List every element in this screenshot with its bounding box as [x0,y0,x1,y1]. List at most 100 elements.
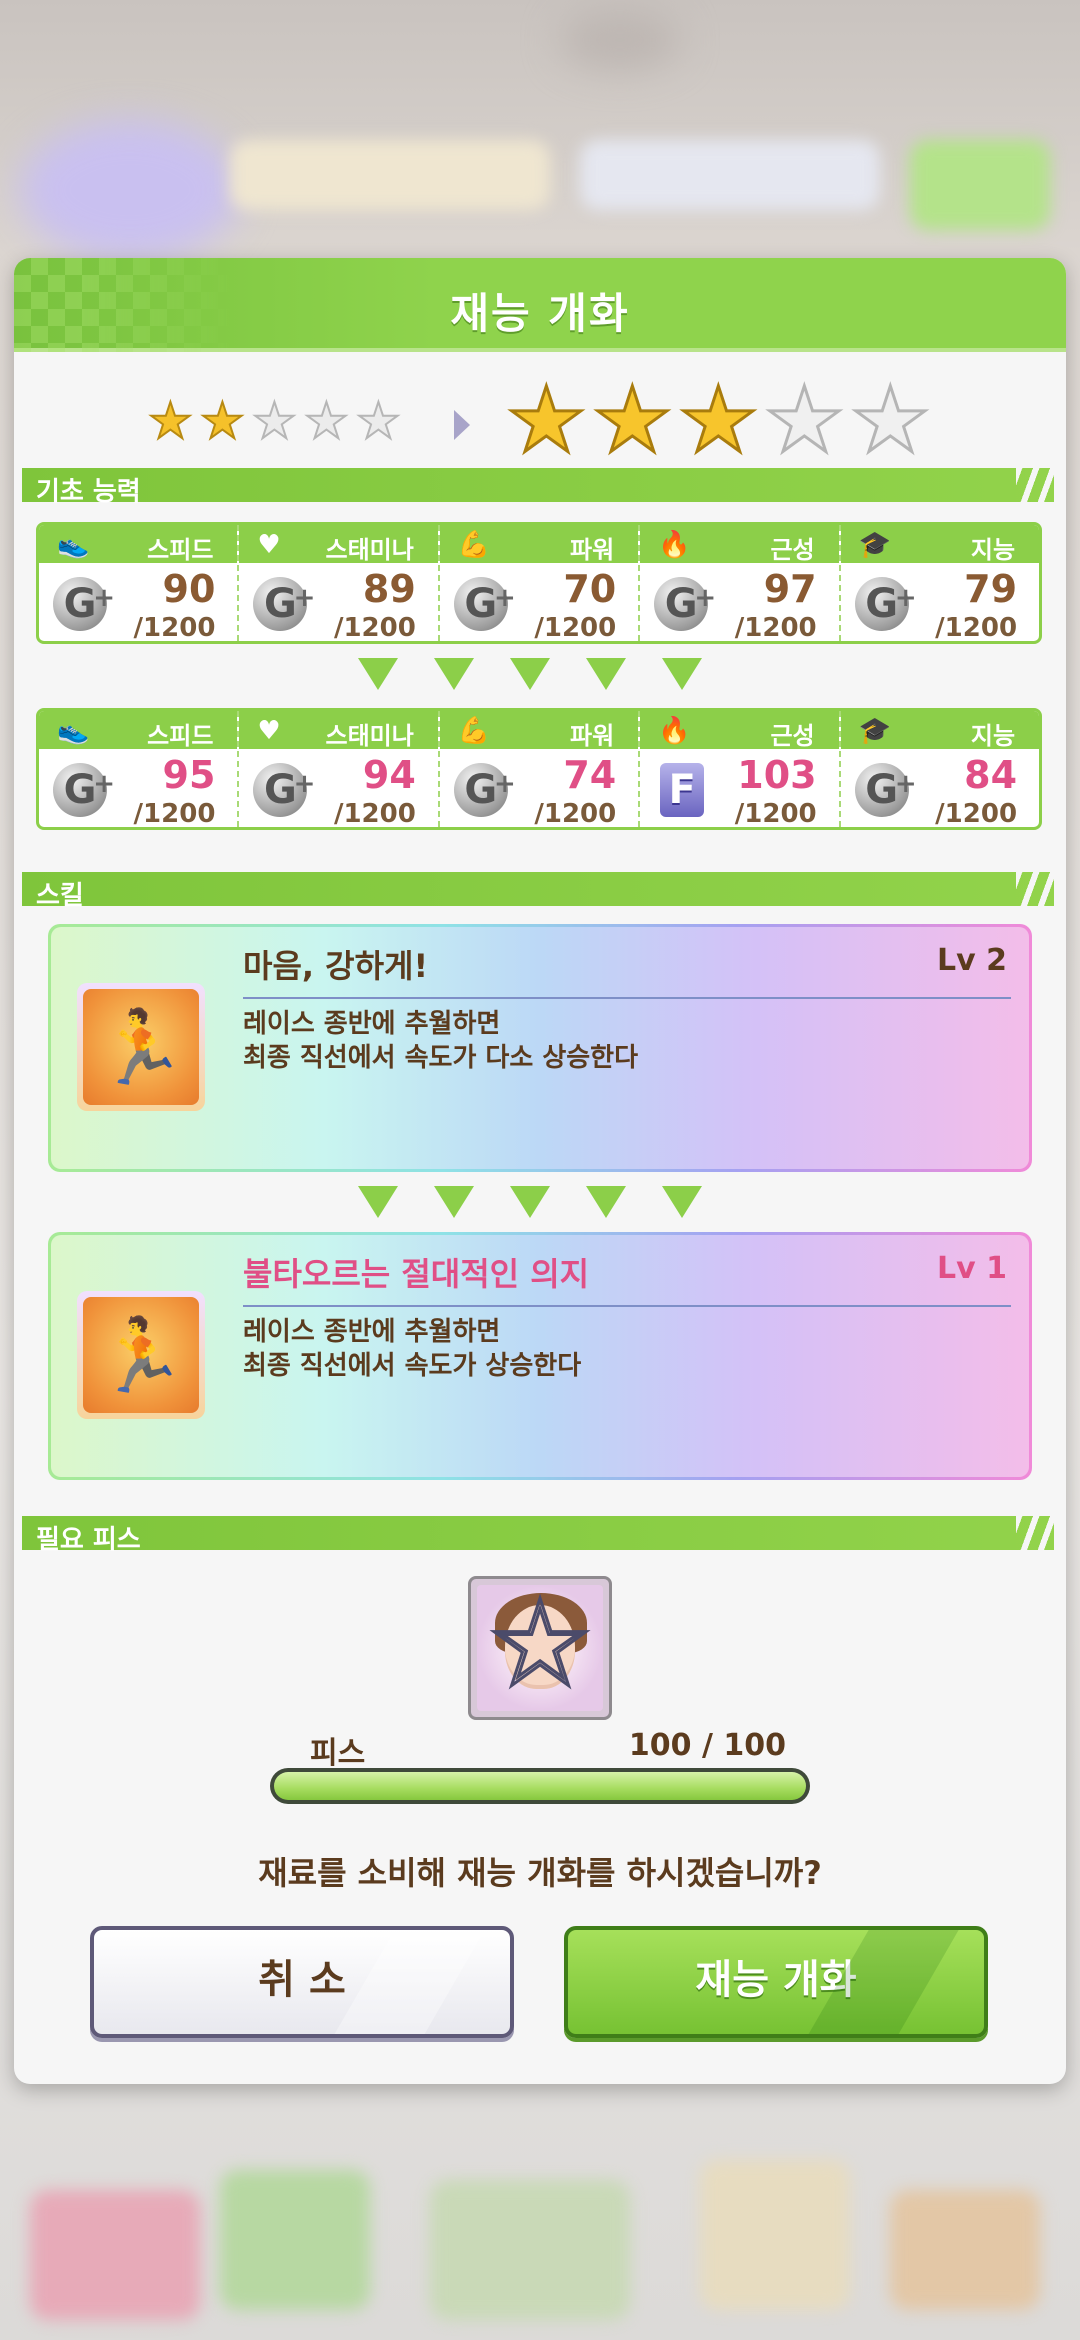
arrow-down-icon [434,658,474,690]
stat-wisdom-after: 🎓 지능 G + 84 /1200 [840,711,1039,829]
piece-progress-bar [270,1768,810,1804]
stat-power-before: 💪 파워 G + 70 /1200 [439,525,641,643]
section-title: 스킬 [36,881,84,911]
arrow-down-icon [662,658,702,690]
section-title: 기초 능력 [36,477,141,507]
stat-label: 스피드 [147,536,214,564]
stat-stamina-after: ♥ 스태미나 G + 94 /1200 [239,711,440,827]
cancel-button[interactable]: 취 소 [90,1926,514,2038]
stat-label: 스태미나 [325,722,414,750]
stats-after-table: 👟 스피드 G + 95 /1200 ♥ 스태미나 G + 94 /1200 💪 파워 G… [36,708,1042,830]
grade-badge: G + [53,763,115,817]
grade-badge: G + [253,577,315,631]
grade-badge: G + [453,763,516,817]
stat-value: 79 [964,567,1018,611]
skill-description: 레이스 종반에 추월하면 최종 직선에서 속도가 다소 상승한다 [243,1009,639,1073]
flame-icon: 🔥 [658,530,691,560]
muscle-icon: 💪 [457,716,491,746]
star-empty-icon: ★ [355,392,402,450]
stat-speed-after: 👟 스피드 G + 95 /1200 [39,711,240,829]
piece-portrait: ☆ [468,1576,612,1720]
star-frame-icon: ☆ [485,1585,596,1711]
stat-value: 103 [737,753,817,797]
arrow-down-icon [358,1186,398,1218]
stat-max: /1200 [734,799,817,829]
heart-icon: ♥ [257,716,281,746]
dialog-header: 재능 개화 [14,258,1066,352]
star-rank-change: ★ ★ ★ ★ ★ ★ ★ ★ ★ ★ [14,370,1066,470]
section-skill: 스킬 [22,872,1056,911]
stat-stamina-before: ♥ 스태미나 G + 89 /1200 [239,525,440,643]
arrow-down-icon [510,658,550,690]
stat-max: /1200 [935,613,1018,643]
skill-level: Lv 1 [937,1251,1007,1286]
grade-badge: G + [453,577,516,631]
stat-value: 70 [563,567,617,611]
muscle-icon: 💪 [457,530,491,560]
star-empty-icon: ★ [251,392,298,450]
stat-power-after: 💪 파워 G + 74 /1200 [439,711,641,829]
star-icon: ★ [591,368,675,473]
skill-arrows [14,1186,1066,1226]
star-icon: ★ [505,368,589,473]
grade-badge: G + [854,577,917,631]
arrow-down-icon [662,1186,702,1218]
piece-label: 피스 [310,1736,366,1771]
grade-badge: G + [253,763,315,817]
stats-before-table: 👟 스피드 G + 90 /1200 ♥ 스태미나 G + 89 /1200 💪 파워 G… [36,522,1042,644]
stat-label: 근성 [770,536,815,564]
grade-badge: G + [53,577,115,631]
stat-max: /1200 [534,799,617,829]
arrow-down-icon [510,1186,550,1218]
stat-value: 84 [964,753,1018,797]
stat-max: /1200 [133,799,216,829]
arrow-down-icon [586,658,626,690]
stat-label: 지능 [970,536,1016,564]
section-basic-stats: 기초 능력 [22,468,1056,507]
stat-label: 스태미나 [325,536,414,564]
confirm-message: 재료를 소비해 재능 개화를 하시겠습니까? [258,1854,822,1892]
stat-value: 89 [362,567,416,611]
shoe-icon: 👟 [57,530,90,560]
stat-max: /1200 [333,613,416,643]
stat-arrows [14,658,1066,698]
skill-name: 불타오르는 절대적인 의지 [243,1255,590,1293]
stat-label: 파워 [570,536,615,564]
stat-max: /1200 [935,799,1018,829]
progress-fill [274,1772,806,1800]
stat-guts-after: 🔥 근성 F 103 /1200 [640,711,841,829]
grade-badge: G + [854,763,917,817]
section-title: 필요 피스 [36,1525,141,1555]
star-icon: ★ [677,368,761,473]
graduation-cap-icon: 🎓 [858,530,891,560]
stat-max: /1200 [734,613,817,643]
grade-badge: F [660,763,705,817]
stat-label: 지능 [970,722,1016,750]
stat-max: /1200 [534,613,617,643]
stat-max: /1200 [133,613,216,643]
divider [243,997,1011,999]
stat-value: 94 [362,753,416,797]
stat-label: 파워 [570,722,615,750]
heart-icon: ♥ [257,530,281,560]
star-empty-icon: ★ [849,368,933,473]
arrow-down-icon [586,1186,626,1218]
section-required-pieces: 필요 피스 [22,1516,1056,1555]
running-skill-icon: 🏃 [77,983,205,1111]
stat-guts-before: 🔥 근성 G + 97 /1200 [640,525,841,643]
shoe-icon: 👟 [57,716,90,746]
arrow-down-icon [434,1186,474,1218]
grade-badge: G + [654,577,716,631]
flame-icon: 🔥 [658,716,691,746]
skill-description: 레이스 종반에 추월하면 최종 직선에서 속도가 상승한다 [243,1317,582,1381]
stat-value: 74 [563,753,617,797]
skill-name: 마음, 강하게! [243,947,429,985]
arrow-down-icon [358,658,398,690]
star-icon: ★ [147,392,194,450]
star-empty-icon: ★ [303,392,350,450]
talent-bloom-button[interactable]: 재능 개화 [564,1926,988,2038]
skill-level: Lv 2 [937,943,1007,978]
arrow-right-icon [454,410,470,440]
piece-count: 100 / 100 [628,1728,786,1763]
skill-card-after: 🏃 불타오르는 절대적인 의지 Lv 1 레이스 종반에 추월하면 최종 직선에… [48,1232,1032,1480]
